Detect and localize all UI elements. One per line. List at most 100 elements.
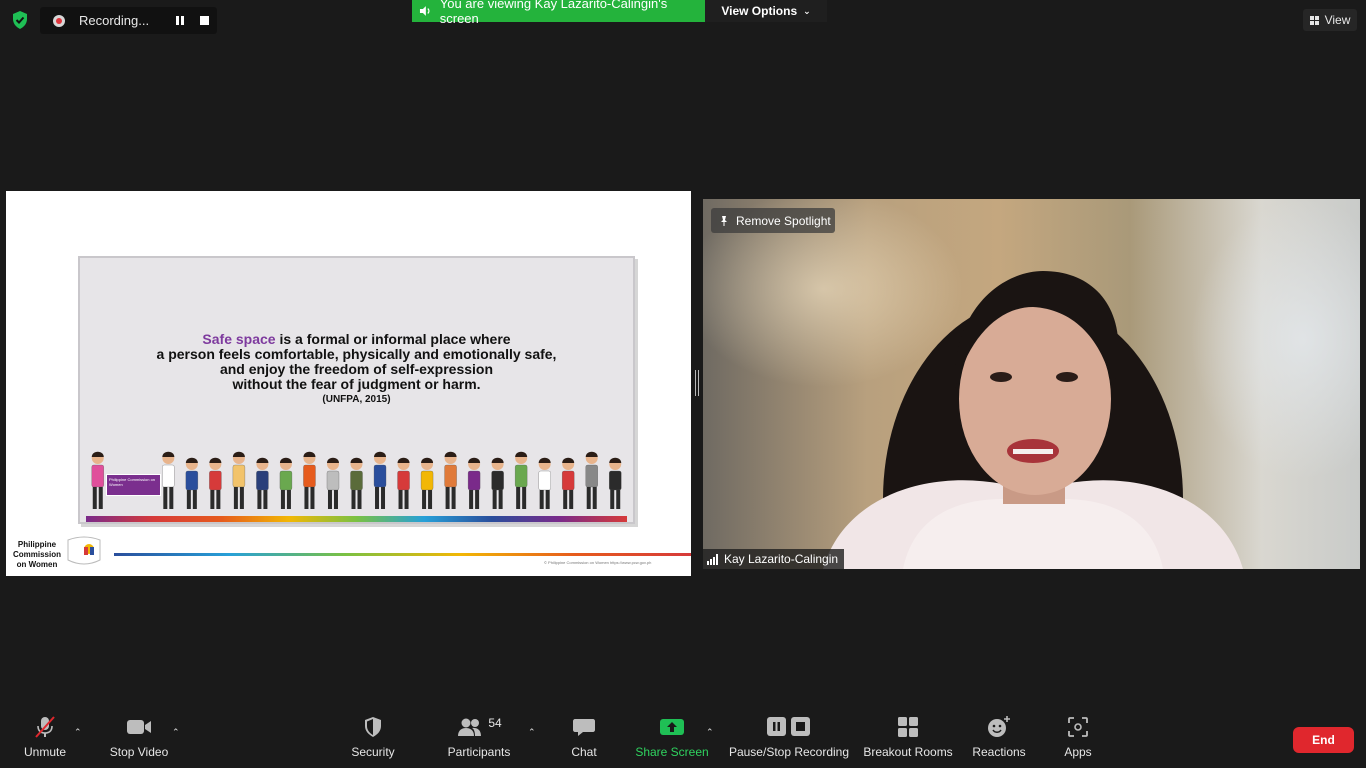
quote-emphasis: Safe space [202, 331, 276, 347]
person-figure-part [233, 487, 238, 509]
slide-credit: © Philippine Commission on Women https:/… [544, 560, 652, 565]
person-figure-part [350, 457, 363, 463]
person-figure-part [186, 490, 191, 509]
person-figure-part [404, 490, 409, 509]
remove-spotlight-button[interactable]: Remove Spotlight [711, 208, 835, 233]
person-figure-part [398, 490, 403, 509]
pause-stop-recording-button[interactable]: Pause/Stop Recording [728, 712, 850, 768]
person-figure-part [263, 490, 268, 509]
participants-options-chevron-icon[interactable]: ⌃ [528, 727, 536, 738]
pause-stop-recording-label: Pause/Stop Recording [728, 745, 850, 759]
person-figure-part [616, 490, 621, 509]
pause-recording-icon[interactable] [173, 14, 187, 28]
person-figure-part [445, 487, 450, 509]
quote-citation: (UNFPA, 2015) [322, 394, 391, 405]
view-options-button[interactable]: View Options ⌄ [705, 0, 827, 22]
person-figure-part [469, 490, 474, 509]
reactions-label: Reactions [972, 745, 1026, 759]
chat-button[interactable]: Chat [566, 712, 602, 768]
apps-icon [1068, 717, 1088, 737]
person-figure-part [351, 490, 356, 509]
participants-count: 54 [488, 716, 502, 730]
person-figure-part [444, 464, 457, 488]
viewing-banner-text: You are viewing Kay Lazarito-Calingin's … [439, 0, 668, 26]
person-figure-part [91, 451, 104, 457]
apps-button[interactable]: Apps [1060, 712, 1096, 768]
person-figure-part [563, 490, 568, 509]
person-figure-part [185, 457, 198, 463]
apps-label: Apps [1064, 745, 1092, 759]
person-figure-part [162, 464, 175, 488]
participants-icon [458, 718, 482, 736]
reactions-button[interactable]: Reactions [968, 712, 1030, 768]
participants-label: Participants [447, 745, 511, 759]
person-figure-part [585, 464, 598, 488]
person-figure-part [562, 457, 575, 463]
person-figure-part [569, 490, 574, 509]
person-figure-part [562, 470, 575, 491]
person-figure-part [375, 487, 380, 509]
person-figure-part [327, 490, 332, 509]
person-figure-part [428, 490, 433, 509]
breakout-rooms-button[interactable]: Breakout Rooms [861, 712, 955, 768]
person-figure-part [326, 470, 340, 491]
speaker-video[interactable]: Remove Spotlight Kay Lazarito-Calingin [703, 199, 1360, 569]
participant-name-tag: Kay Lazarito-Calingin [703, 549, 845, 569]
security-label: Security [351, 745, 395, 759]
breakout-rooms-label: Breakout Rooms [863, 745, 953, 759]
person-figure-part [286, 490, 291, 509]
pause-stop-recording-icon [767, 717, 810, 736]
person-figure-part [239, 487, 244, 509]
person-figure-part [420, 470, 434, 491]
person-figure-part [586, 487, 591, 509]
security-shield-icon[interactable] [8, 8, 32, 32]
splitter-handle[interactable] [695, 370, 699, 396]
person-figure-part [98, 487, 103, 509]
quote-line3: and enjoy the freedom of self-expression [219, 361, 494, 377]
recording-label: Recording... [79, 13, 150, 28]
people-illustration [91, 451, 622, 509]
person-figure-part [492, 490, 497, 509]
stop-video-button[interactable]: Stop Video [103, 712, 175, 768]
person-figure-part [303, 451, 316, 457]
view-button[interactable]: View [1303, 9, 1357, 31]
video-options-chevron-icon[interactable]: ⌃ [172, 727, 180, 738]
participants-button[interactable]: 54 Participants [444, 712, 514, 768]
person-figure-part [91, 464, 104, 488]
person-figure-part [421, 457, 434, 463]
share-screen-button[interactable]: Share Screen [635, 712, 709, 768]
person-figure-part [609, 457, 622, 463]
person-figure-part [422, 490, 427, 509]
person-figure-part [516, 487, 521, 509]
quote-line1: is a formal or informal place where [275, 331, 511, 347]
person-figure-part [304, 487, 309, 509]
person-figure-part [515, 451, 528, 457]
person-figure-part [585, 451, 598, 457]
share-options-chevron-icon[interactable]: ⌃ [706, 727, 714, 738]
view-options-label: View Options [721, 4, 798, 18]
person-figure-part [257, 490, 262, 509]
unmute-button[interactable]: Unmute [17, 712, 73, 768]
slide-quote: Safe space is a formal or informal place… [80, 332, 633, 392]
end-meeting-button[interactable]: End [1293, 727, 1354, 753]
grid-view-icon [1309, 15, 1320, 25]
remove-spotlight-label: Remove Spotlight [736, 213, 831, 228]
viewing-screen-banner: You are viewing Kay Lazarito-Calingin's … [412, 0, 705, 26]
video-camera-icon [127, 720, 151, 734]
rainbow-bar [86, 516, 627, 522]
slide-footer-line [114, 553, 691, 556]
breakout-rooms-icon [898, 717, 918, 737]
pcw-badge: Philippine Commission on Women [106, 474, 161, 496]
person-figure-part [185, 470, 198, 491]
person-figure-part [374, 451, 387, 457]
reactions-smiley-icon [988, 716, 1010, 737]
stop-recording-icon[interactable] [197, 14, 211, 28]
audio-options-chevron-icon[interactable]: ⌃ [74, 727, 82, 738]
person-figure-part [397, 457, 410, 463]
person-figure-part [397, 470, 410, 491]
security-button[interactable]: Security [345, 712, 401, 768]
person-figure-part [498, 490, 503, 509]
person-figure-part [326, 457, 339, 463]
person-figure-part [539, 490, 544, 509]
person-figure-part [610, 490, 615, 509]
